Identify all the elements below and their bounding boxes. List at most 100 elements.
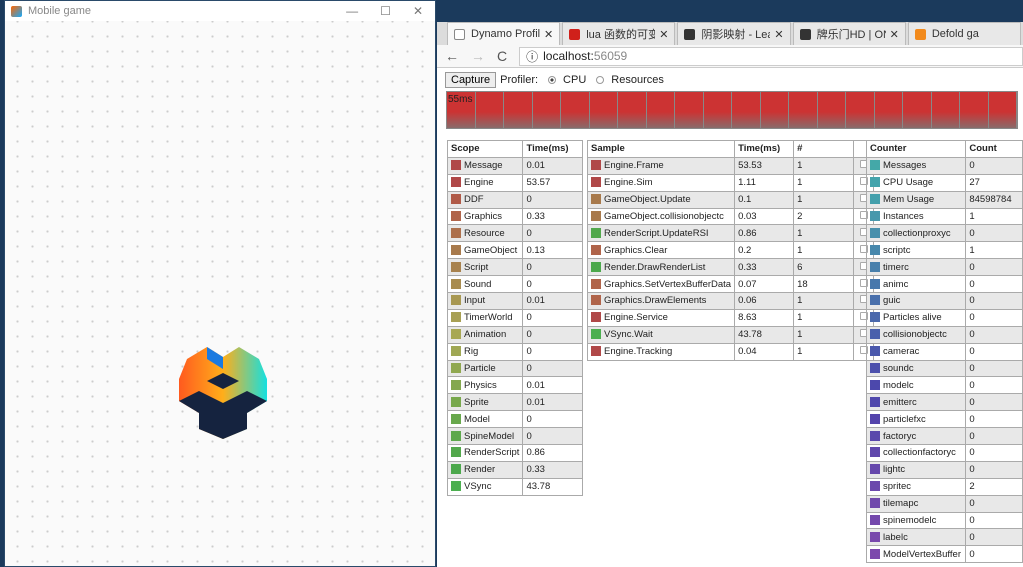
row-name: factoryc (883, 430, 917, 442)
close-tab-icon[interactable]: ✕ (544, 28, 553, 41)
table-row: VSync.Wait 43.78 1 (586, 325, 875, 344)
browser-tab[interactable]: Defold ga (907, 22, 1022, 45)
game-title-bar[interactable]: Mobile game — ☐ ✕ (5, 1, 435, 21)
name-cell: labelc (865, 528, 967, 547)
row-name: Physics (464, 379, 497, 391)
game-canvas[interactable] (5, 21, 435, 566)
frame-bar[interactable] (475, 92, 504, 128)
game-window: Mobile game — ☐ ✕ (4, 0, 436, 567)
name-cell: scriptc (865, 241, 967, 260)
row-name: Graphics (464, 211, 503, 222)
capture-button[interactable]: Capture (445, 72, 497, 88)
table-row: GameObject 0.13 (446, 241, 584, 260)
row-name: collisionobjectc (883, 329, 947, 341)
frame-bar[interactable] (931, 92, 960, 128)
frame-bar[interactable] (760, 92, 789, 128)
color-swatch-icon (870, 363, 880, 374)
frame-bar[interactable] (817, 92, 846, 128)
forward-icon[interactable]: → (471, 48, 485, 64)
name-cell: SpineModel (446, 427, 524, 446)
table-row: Engine.Sim 1.11 1 (586, 173, 875, 192)
frame-bar[interactable] (988, 92, 1017, 128)
frame-bar[interactable] (589, 92, 618, 128)
frame-bar[interactable] (675, 92, 704, 128)
reload-icon[interactable]: C (497, 48, 507, 64)
browser-tab[interactable]: 阴影映射 - LearnOpenGL ✕ (677, 22, 791, 45)
header-row: Sample Time(ms) # (586, 140, 875, 158)
frame-bar[interactable] (960, 92, 989, 128)
name-cell: spritec (865, 477, 967, 496)
browser-tab[interactable]: Dynamo Profiler ✕ (447, 22, 561, 45)
back-icon[interactable]: ← (445, 48, 459, 64)
color-swatch-icon (451, 447, 461, 458)
name-cell: Particle (446, 359, 524, 378)
frame-bar[interactable] (789, 92, 818, 128)
row-name: animc (883, 278, 909, 290)
defold-logo-icon (179, 347, 267, 439)
value-cell: 18 (793, 275, 855, 294)
table-row: Animation 0 (446, 325, 584, 344)
frame-bar[interactable] (732, 92, 761, 128)
close-tab-icon[interactable]: ✕ (774, 28, 783, 41)
maximize-button[interactable]: ☐ (380, 4, 391, 18)
color-swatch-icon (451, 160, 461, 171)
row-name: GameObject.Update (604, 194, 691, 206)
browser-tab[interactable]: lua 函数的可变参数 - 专栏 ✕ (562, 22, 676, 45)
value-cell: 8.63 (734, 308, 795, 327)
close-tab-icon[interactable]: ✕ (659, 28, 668, 41)
cpu-radio[interactable] (548, 76, 557, 84)
table-row: GameObject.Update 0.1 1 (586, 190, 875, 209)
tab-title: Dynamo Profiler (471, 28, 540, 40)
graph-scale-label: 55ms (448, 94, 473, 105)
row-name: scriptc (883, 244, 911, 256)
frame-bar[interactable] (703, 92, 732, 128)
row-name: Messages (883, 160, 927, 172)
frame-bar[interactable] (903, 92, 932, 128)
browser-tab[interactable]: 牌乐门HD | ONES Project ✕ (792, 22, 906, 45)
frame-bar[interactable] (646, 92, 675, 128)
value-cell: 0 (965, 308, 1023, 327)
color-swatch-icon (870, 515, 880, 526)
row-name: Rig (464, 346, 479, 358)
color-swatch-icon (451, 464, 461, 475)
column-header: Scope (446, 140, 524, 158)
frame-graph[interactable]: 55ms (446, 91, 1018, 129)
row-name: GameObject.collisionobjectc (604, 211, 724, 222)
frame-bar[interactable] (846, 92, 875, 128)
defold-app-icon (11, 5, 22, 17)
table-row: emitterc 0 (865, 393, 1023, 412)
name-cell: Sprite (446, 393, 524, 412)
value-cell: 0 (522, 190, 584, 209)
value-cell: 0 (965, 156, 1023, 175)
name-cell: factoryc (865, 427, 967, 446)
table-row: Sprite 0.01 (446, 393, 584, 412)
color-swatch-icon (451, 261, 461, 272)
color-swatch-icon (591, 295, 601, 306)
row-name: guic (883, 295, 901, 307)
frame-bar[interactable] (874, 92, 903, 128)
minimize-button[interactable]: — (346, 4, 358, 18)
color-swatch-icon (870, 396, 880, 407)
name-cell: timerc (865, 258, 967, 277)
ones-icon (799, 28, 811, 40)
name-cell: Engine.Tracking (586, 342, 736, 361)
color-swatch-icon (451, 363, 461, 374)
value-cell: 0 (522, 308, 584, 327)
color-swatch-icon (870, 447, 880, 458)
frame-bar[interactable] (561, 92, 590, 128)
address-bar[interactable]: ⓘ localhost: 56059 (519, 46, 1023, 66)
value-cell: 0.33 (522, 207, 584, 226)
name-cell: Messages (865, 156, 967, 175)
value-cell: 0 (965, 342, 1023, 361)
close-tab-icon[interactable]: ✕ (890, 28, 899, 41)
color-swatch-icon (591, 312, 601, 323)
frame-bar[interactable] (504, 92, 533, 128)
frame-bar[interactable] (532, 92, 561, 128)
frame-bar[interactable] (618, 92, 647, 128)
color-swatch-icon (451, 396, 461, 407)
resources-radio[interactable] (596, 76, 605, 84)
tab-title: 阴影映射 - LearnOpenGL (701, 29, 770, 41)
row-name: Input (464, 295, 486, 307)
table-row: particlefxc 0 (865, 410, 1023, 429)
close-button[interactable]: ✕ (413, 4, 423, 18)
